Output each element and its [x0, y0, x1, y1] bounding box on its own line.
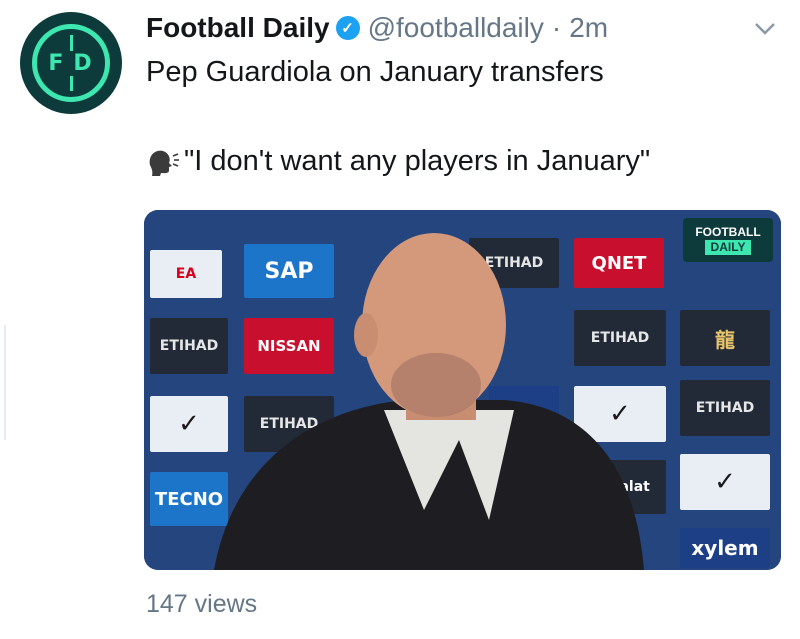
watermark-line-2: DAILY [704, 240, 752, 255]
author-name[interactable]: Football Daily [146, 12, 330, 44]
timestamp[interactable]: 2m [569, 12, 608, 44]
header-separator: · [551, 12, 562, 43]
tweet-text-line-2: "I don't want any players in January" [146, 145, 650, 178]
football-daily-logo-icon: FD [32, 24, 110, 102]
watermark-line-1: FOOTBALL [695, 225, 761, 239]
avatar[interactable]: FD [20, 12, 122, 114]
quote-text: "I don't want any players in January" [184, 145, 651, 177]
author-handle[interactable]: @footballdaily [368, 12, 544, 44]
avatar-logo-text: FD [40, 50, 102, 76]
tweet-text-line-1: Pep Guardiola on January transfers [146, 56, 604, 88]
timeline-divider [4, 325, 6, 440]
football-daily-watermark: FOOTBALL DAILY [683, 218, 773, 262]
tweet-header: Football Daily ✓ @footballdaily · 2m [146, 8, 760, 48]
view-count: 147 views [146, 590, 258, 618]
verified-badge-icon: ✓ [335, 16, 360, 40]
video-thumbnail[interactable]: EA SAP ETIHAD QNET ETIHAD NISSAN ETIHAD … [144, 210, 781, 570]
speaking-head-icon [149, 150, 179, 176]
speaker-figure [214, 233, 644, 570]
chevron-down-icon[interactable] [754, 22, 776, 36]
